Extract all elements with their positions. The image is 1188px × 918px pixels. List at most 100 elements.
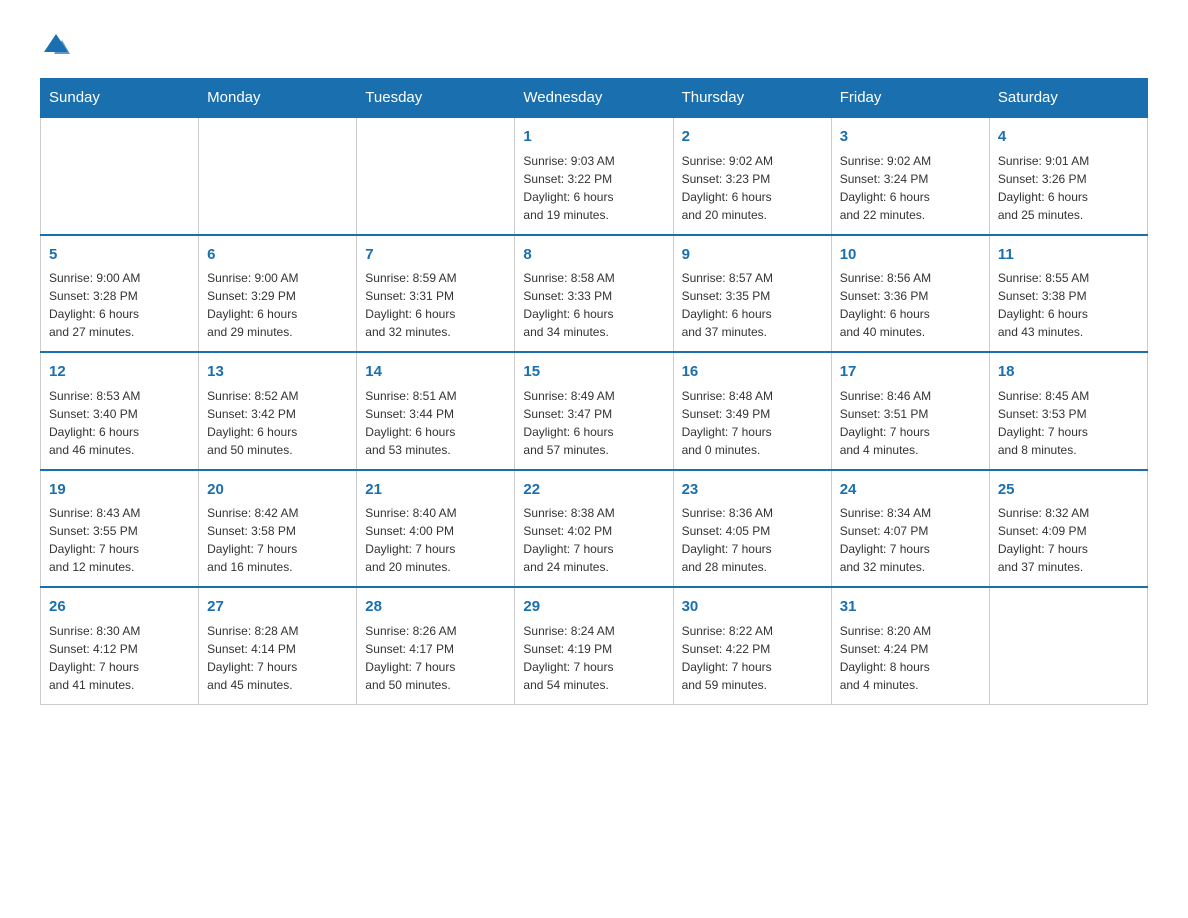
day-number: 8 <box>523 244 664 267</box>
calendar-week-row: 5Sunrise: 9:00 AM Sunset: 3:28 PM Daylig… <box>41 235 1148 353</box>
day-info: Sunrise: 8:45 AM Sunset: 3:53 PM Dayligh… <box>998 387 1139 459</box>
day-of-week-header: Monday <box>199 79 357 118</box>
calendar-cell: 14Sunrise: 8:51 AM Sunset: 3:44 PM Dayli… <box>357 352 515 470</box>
day-of-week-header: Sunday <box>41 79 199 118</box>
day-of-week-header: Thursday <box>673 79 831 118</box>
calendar-cell: 27 Sunrise: 8:28 AM Sunset: 4:14 PM Dayli… <box>199 587 357 704</box>
calendar-cell: 21Sunrise: 8:40 AM Sunset: 4:00 PM Dayli… <box>357 470 515 588</box>
calendar-cell: 5Sunrise: 9:00 AM Sunset: 3:28 PM Daylig… <box>41 235 199 353</box>
day-of-week-header: Tuesday <box>357 79 515 118</box>
calendar-cell: 24Sunrise: 8:34 AM Sunset: 4:07 PM Dayli… <box>831 470 989 588</box>
day-info: Sunrise: 8:48 AM Sunset: 3:49 PM Dayligh… <box>682 387 823 459</box>
day-of-week-header: Wednesday <box>515 79 673 118</box>
calendar-week-row: 1Sunrise: 9:03 AM Sunset: 3:22 PM Daylig… <box>41 117 1148 235</box>
day-number: 12 <box>49 361 190 384</box>
day-info: Sunrise: 8:43 AM Sunset: 3:55 PM Dayligh… <box>49 504 190 576</box>
day-info: Sunrise: 8:49 AM Sunset: 3:47 PM Dayligh… <box>523 387 664 459</box>
day-number: 21 <box>365 479 506 502</box>
calendar-cell: 11Sunrise: 8:55 AM Sunset: 3:38 PM Dayli… <box>989 235 1147 353</box>
calendar-cell: 12 Sunrise: 8:53 AM Sunset: 3:40 PM Dayli… <box>41 352 199 470</box>
logo <box>40 30 72 58</box>
day-number: 11 <box>998 244 1139 267</box>
day-number: 18 <box>998 361 1139 384</box>
day-number: 10 <box>840 244 981 267</box>
day-info: Sunrise: 8:55 AM Sunset: 3:38 PM Dayligh… <box>998 269 1139 341</box>
day-info: Sunrise: 8:58 AM Sunset: 3:33 PM Dayligh… <box>523 269 664 341</box>
day-info: Sunrise: 8:34 AM Sunset: 4:07 PM Dayligh… <box>840 504 981 576</box>
day-info: Sunrise: 8:28 AM Sunset: 4:14 PM Dayligh… <box>207 622 348 694</box>
day-number: 27 <box>207 596 348 619</box>
calendar-cell <box>41 117 199 235</box>
calendar-cell: 1Sunrise: 9:03 AM Sunset: 3:22 PM Daylig… <box>515 117 673 235</box>
day-info: Sunrise: 8:59 AM Sunset: 3:31 PM Dayligh… <box>365 269 506 341</box>
calendar-cell: 29 Sunrise: 8:24 AM Sunset: 4:19 PM Dayli… <box>515 587 673 704</box>
calendar-cell: 9Sunrise: 8:57 AM Sunset: 3:35 PM Daylig… <box>673 235 831 353</box>
calendar-cell: 25Sunrise: 8:32 AM Sunset: 4:09 PM Dayli… <box>989 470 1147 588</box>
day-info: Sunrise: 9:02 AM Sunset: 3:24 PM Dayligh… <box>840 152 981 224</box>
day-info: Sunrise: 8:20 AM Sunset: 4:24 PM Dayligh… <box>840 622 981 694</box>
day-info: Sunrise: 8:30 AM Sunset: 4:12 PM Dayligh… <box>49 622 190 694</box>
day-number: 23 <box>682 479 823 502</box>
calendar-header-row: SundayMondayTuesdayWednesdayThursdayFrid… <box>41 79 1148 118</box>
day-info: Sunrise: 8:53 AM Sunset: 3:40 PM Dayligh… <box>49 387 190 459</box>
day-number: 7 <box>365 244 506 267</box>
calendar-cell: 31 Sunrise: 8:20 AM Sunset: 4:24 PM Dayli… <box>831 587 989 704</box>
logo-icon <box>42 30 70 58</box>
calendar-cell <box>989 587 1147 704</box>
page-header <box>40 30 1148 58</box>
day-number: 17 <box>840 361 981 384</box>
day-info: Sunrise: 8:40 AM Sunset: 4:00 PM Dayligh… <box>365 504 506 576</box>
day-number: 24 <box>840 479 981 502</box>
day-info: Sunrise: 8:52 AM Sunset: 3:42 PM Dayligh… <box>207 387 348 459</box>
day-info: Sunrise: 8:46 AM Sunset: 3:51 PM Dayligh… <box>840 387 981 459</box>
calendar-cell: 23Sunrise: 8:36 AM Sunset: 4:05 PM Dayli… <box>673 470 831 588</box>
calendar-cell: 19Sunrise: 8:43 AM Sunset: 3:55 PM Dayli… <box>41 470 199 588</box>
day-number: 15 <box>523 361 664 384</box>
day-number: 25 <box>998 479 1139 502</box>
day-number: 31 <box>840 596 981 619</box>
day-info: Sunrise: 9:02 AM Sunset: 3:23 PM Dayligh… <box>682 152 823 224</box>
calendar-cell: 6Sunrise: 9:00 AM Sunset: 3:29 PM Daylig… <box>199 235 357 353</box>
day-info: Sunrise: 8:56 AM Sunset: 3:36 PM Dayligh… <box>840 269 981 341</box>
day-number: 3 <box>840 126 981 149</box>
calendar-cell: 15 Sunrise: 8:49 AM Sunset: 3:47 PM Dayli… <box>515 352 673 470</box>
day-info: Sunrise: 9:01 AM Sunset: 3:26 PM Dayligh… <box>998 152 1139 224</box>
calendar-week-row: 26 Sunrise: 8:30 AM Sunset: 4:12 PM Dayli… <box>41 587 1148 704</box>
calendar-cell: 20Sunrise: 8:42 AM Sunset: 3:58 PM Dayli… <box>199 470 357 588</box>
day-number: 29 <box>523 596 664 619</box>
calendar-cell: 8Sunrise: 8:58 AM Sunset: 3:33 PM Daylig… <box>515 235 673 353</box>
calendar-cell: 18 Sunrise: 8:45 AM Sunset: 3:53 PM Dayli… <box>989 352 1147 470</box>
day-info: Sunrise: 8:42 AM Sunset: 3:58 PM Dayligh… <box>207 504 348 576</box>
calendar-cell: 30 Sunrise: 8:22 AM Sunset: 4:22 PM Dayli… <box>673 587 831 704</box>
day-number: 2 <box>682 126 823 149</box>
calendar-cell: 28Sunrise: 8:26 AM Sunset: 4:17 PM Dayli… <box>357 587 515 704</box>
calendar-week-row: 19Sunrise: 8:43 AM Sunset: 3:55 PM Dayli… <box>41 470 1148 588</box>
calendar-cell: 4Sunrise: 9:01 AM Sunset: 3:26 PM Daylig… <box>989 117 1147 235</box>
day-of-week-header: Saturday <box>989 79 1147 118</box>
day-info: Sunrise: 8:24 AM Sunset: 4:19 PM Dayligh… <box>523 622 664 694</box>
calendar-cell <box>199 117 357 235</box>
day-number: 22 <box>523 479 664 502</box>
day-info: Sunrise: 8:22 AM Sunset: 4:22 PM Dayligh… <box>682 622 823 694</box>
day-info: Sunrise: 8:36 AM Sunset: 4:05 PM Dayligh… <box>682 504 823 576</box>
calendar-cell: 13 Sunrise: 8:52 AM Sunset: 3:42 PM Dayli… <box>199 352 357 470</box>
calendar-cell: 2 Sunrise: 9:02 AM Sunset: 3:23 PM Daylig… <box>673 117 831 235</box>
day-info: Sunrise: 8:32 AM Sunset: 4:09 PM Dayligh… <box>998 504 1139 576</box>
day-number: 5 <box>49 244 190 267</box>
calendar-cell <box>357 117 515 235</box>
day-number: 6 <box>207 244 348 267</box>
calendar-cell: 3 Sunrise: 9:02 AM Sunset: 3:24 PM Daylig… <box>831 117 989 235</box>
day-info: Sunrise: 9:03 AM Sunset: 3:22 PM Dayligh… <box>523 152 664 224</box>
calendar-cell: 22Sunrise: 8:38 AM Sunset: 4:02 PM Dayli… <box>515 470 673 588</box>
day-number: 26 <box>49 596 190 619</box>
day-number: 16 <box>682 361 823 384</box>
calendar-cell: 10Sunrise: 8:56 AM Sunset: 3:36 PM Dayli… <box>831 235 989 353</box>
day-info: Sunrise: 9:00 AM Sunset: 3:29 PM Dayligh… <box>207 269 348 341</box>
day-of-week-header: Friday <box>831 79 989 118</box>
day-number: 20 <box>207 479 348 502</box>
calendar-cell: 26 Sunrise: 8:30 AM Sunset: 4:12 PM Dayli… <box>41 587 199 704</box>
day-info: Sunrise: 8:57 AM Sunset: 3:35 PM Dayligh… <box>682 269 823 341</box>
calendar-table: SundayMondayTuesdayWednesdayThursdayFrid… <box>40 78 1148 705</box>
day-number: 13 <box>207 361 348 384</box>
day-number: 30 <box>682 596 823 619</box>
